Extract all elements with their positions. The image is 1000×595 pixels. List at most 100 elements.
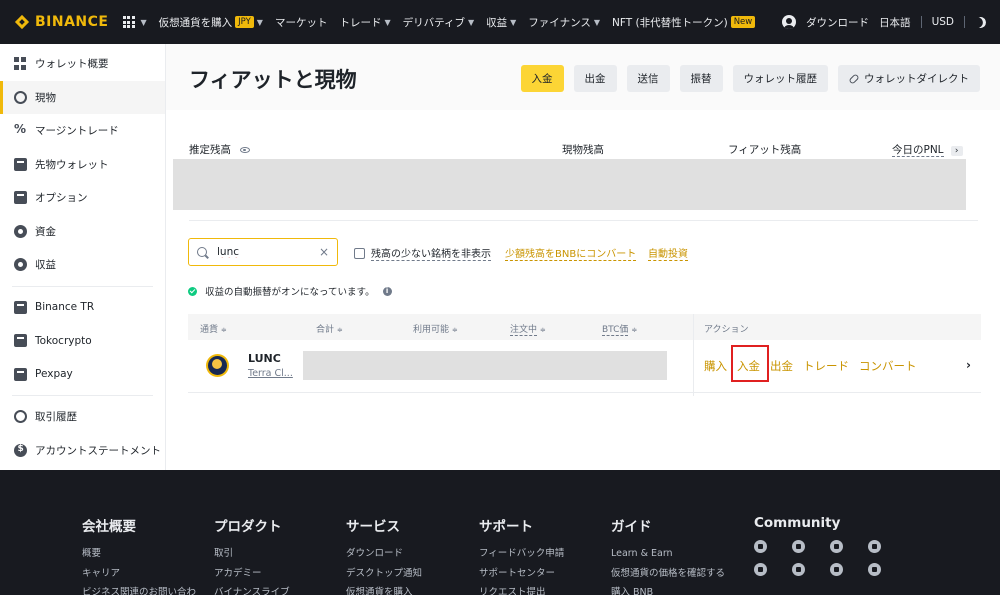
sidebar-item-binance-tr[interactable]: Binance TR <box>0 291 165 325</box>
coinmarketcap-icon[interactable] <box>868 563 881 576</box>
withdraw-link[interactable]: 出金 <box>770 358 793 374</box>
nav-nft[interactable]: NFT (非代替性トークン) New <box>612 15 756 30</box>
apps-menu[interactable]: ▼ <box>122 16 147 28</box>
divider <box>920 16 922 28</box>
link-icon <box>848 72 860 85</box>
footer-link[interactable]: Learn & Earn <box>611 544 725 564</box>
nav-buy-crypto[interactable]: 仮想通貨を購入 JPY ▼ <box>159 15 263 30</box>
nav-markets[interactable]: マーケット <box>275 15 328 30</box>
col-available-label: 利用可能 <box>413 325 450 335</box>
sidebar-item-margin[interactable]: マージントレード <box>0 114 165 148</box>
sidebar-item-history[interactable]: 取引履歴 <box>0 400 165 434</box>
convert-small-balance-link[interactable]: 少額残高をBNBにコンバート <box>505 245 637 261</box>
wallet-history-button[interactable]: ウォレット履歴 <box>732 65 828 92</box>
footer-link[interactable]: サポートセンター <box>479 564 564 584</box>
footer-link[interactable]: フィードバック申請 <box>479 544 564 564</box>
footer-link[interactable]: 購入 BNB <box>611 583 725 595</box>
deposit-highlight-box <box>731 345 769 382</box>
divider <box>189 220 978 221</box>
reddit-icon[interactable] <box>792 563 805 576</box>
col-in-order[interactable]: 注文中 ≑ <box>510 322 546 336</box>
sidebar-item-label: 収益 <box>35 259 56 272</box>
search-box[interactable]: × <box>188 238 338 266</box>
footer-link[interactable]: バイナンスライブ <box>214 583 290 595</box>
sidebar-item-options[interactable]: オプション <box>0 181 165 215</box>
wallet-actions: 入金 出金 送信 振替 ウォレット履歴 ウォレットダイレクト <box>520 65 980 92</box>
col-total[interactable]: 合計 ≑ <box>316 322 343 335</box>
buy-link[interactable]: 購入 <box>704 358 727 374</box>
footer-link[interactable]: デスクトップ通知 <box>346 564 422 584</box>
footer-col-about: 会社概要 概要 キャリア ビジネス関連のお問い合わ <box>82 515 196 595</box>
telegram-icon[interactable] <box>792 540 805 553</box>
close-icon[interactable]: × <box>319 245 329 259</box>
auto-invest-link[interactable]: 自動投資 <box>648 245 688 261</box>
currency-selector[interactable]: USD <box>932 16 954 28</box>
statement-icon <box>14 443 27 457</box>
footer-link[interactable]: 仮想通貨を購入 <box>346 583 422 595</box>
sidebar: ウォレット概要 現物 マージントレード 先物ウォレット オプション 資金 収益 … <box>0 44 166 470</box>
sidebar-item-futures[interactable]: 先物ウォレット <box>0 148 165 182</box>
user-icon[interactable] <box>782 15 797 29</box>
chevron-right-icon[interactable]: › <box>950 146 963 156</box>
wallet-direct-button[interactable]: ウォレットダイレクト <box>838 65 980 92</box>
col-in-order-label: 注文中 <box>510 325 538 336</box>
twitter-icon[interactable] <box>754 563 767 576</box>
sidebar-item-label: Binance TR <box>35 301 95 314</box>
discord-icon[interactable] <box>754 540 767 553</box>
col-coin[interactable]: 通貨 ≑ <box>200 322 227 335</box>
footer-link[interactable]: 取引 <box>214 544 290 564</box>
nav-label: ファイナンス <box>528 16 591 29</box>
nav-trade[interactable]: トレード ▼ <box>339 15 390 30</box>
sidebar-item-statement[interactable]: アカウントステートメント <box>0 434 165 468</box>
info-icon[interactable]: i <box>382 286 392 296</box>
hide-small-balances[interactable]: 残高の少ない銘柄を非表示 <box>354 245 491 261</box>
nav-earn[interactable]: 収益 ▼ <box>486 15 516 30</box>
notice-text: 収益の自動振替がオンになっています。 <box>205 287 375 298</box>
sidebar-item-funding[interactable]: 資金 <box>0 215 165 249</box>
footer-link[interactable]: 概要 <box>82 544 196 564</box>
instagram-icon[interactable] <box>830 563 843 576</box>
footer-link[interactable]: アカデミー <box>214 564 290 584</box>
binance-tr-icon <box>14 300 27 314</box>
col-available[interactable]: 利用可能 ≑ <box>413 322 458 335</box>
transfer-button[interactable]: 振替 <box>679 65 723 92</box>
eye-icon[interactable] <box>240 147 251 153</box>
deposit-button[interactable]: 入金 <box>520 65 564 92</box>
sidebar-item-earn[interactable]: 収益 <box>0 248 165 282</box>
apps-grid-icon <box>122 16 135 28</box>
footer-link[interactable]: リクエスト提出 <box>479 583 564 595</box>
facebook-icon[interactable] <box>868 540 881 553</box>
tiktok-icon[interactable] <box>830 540 843 553</box>
dark-mode-icon[interactable] <box>973 15 987 29</box>
footer-link[interactable]: ビジネス関連のお問い合わ <box>82 583 196 595</box>
col-btc-value[interactable]: BTC価 ≑ <box>602 322 637 336</box>
language-selector[interactable]: 日本語 <box>879 15 911 30</box>
sidebar-item-label: 先物ウォレット <box>35 158 109 171</box>
convert-link[interactable]: コンバート <box>859 358 917 374</box>
search-input[interactable] <box>217 246 309 258</box>
send-button[interactable]: 送信 <box>626 65 670 92</box>
binance-logo[interactable]: BINANCE <box>14 14 109 30</box>
main-content: フィアットと現物 入金 出金 送信 振替 ウォレット履歴 ウォレットダイレクト … <box>166 44 1000 470</box>
checkbox[interactable] <box>354 247 365 259</box>
coin-name-link[interactable]: Terra Cl... <box>248 368 293 379</box>
sidebar-item-label: アカウントステートメント <box>35 444 161 457</box>
withdraw-button[interactable]: 出金 <box>573 65 617 92</box>
sidebar-item-overview[interactable]: ウォレット概要 <box>0 47 165 81</box>
pnl-label[interactable]: 今日のPNL › <box>892 142 963 157</box>
footer-heading: ガイド <box>611 519 652 535</box>
trade-link[interactable]: トレード <box>803 358 849 374</box>
download-link[interactable]: ダウンロード <box>806 15 869 30</box>
top-nav: BINANCE ▼ 仮想通貨を購入 JPY ▼ マーケット トレード ▼ デリバ… <box>0 0 1000 44</box>
footer-col-services: サービス ダウンロード デスクトップ通知 仮想通貨を購入 <box>346 515 422 595</box>
footer-link[interactable]: キャリア <box>82 564 196 584</box>
nav-right: ダウンロード 日本語 USD <box>782 15 986 30</box>
footer-link[interactable]: ダウンロード <box>346 544 422 564</box>
nav-finance[interactable]: ファイナンス ▼ <box>528 15 600 30</box>
chevron-right-icon[interactable]: › <box>966 358 971 372</box>
sidebar-item-tokocrypto[interactable]: Tokocrypto <box>0 324 165 358</box>
sidebar-item-spot[interactable]: 現物 <box>0 80 165 114</box>
nav-derivatives[interactable]: デリバティブ ▼ <box>403 15 475 30</box>
footer-link[interactable]: 仮想通貨の価格を確認する <box>611 564 725 584</box>
sidebar-item-pexpay[interactable]: Pexpay <box>0 358 165 392</box>
